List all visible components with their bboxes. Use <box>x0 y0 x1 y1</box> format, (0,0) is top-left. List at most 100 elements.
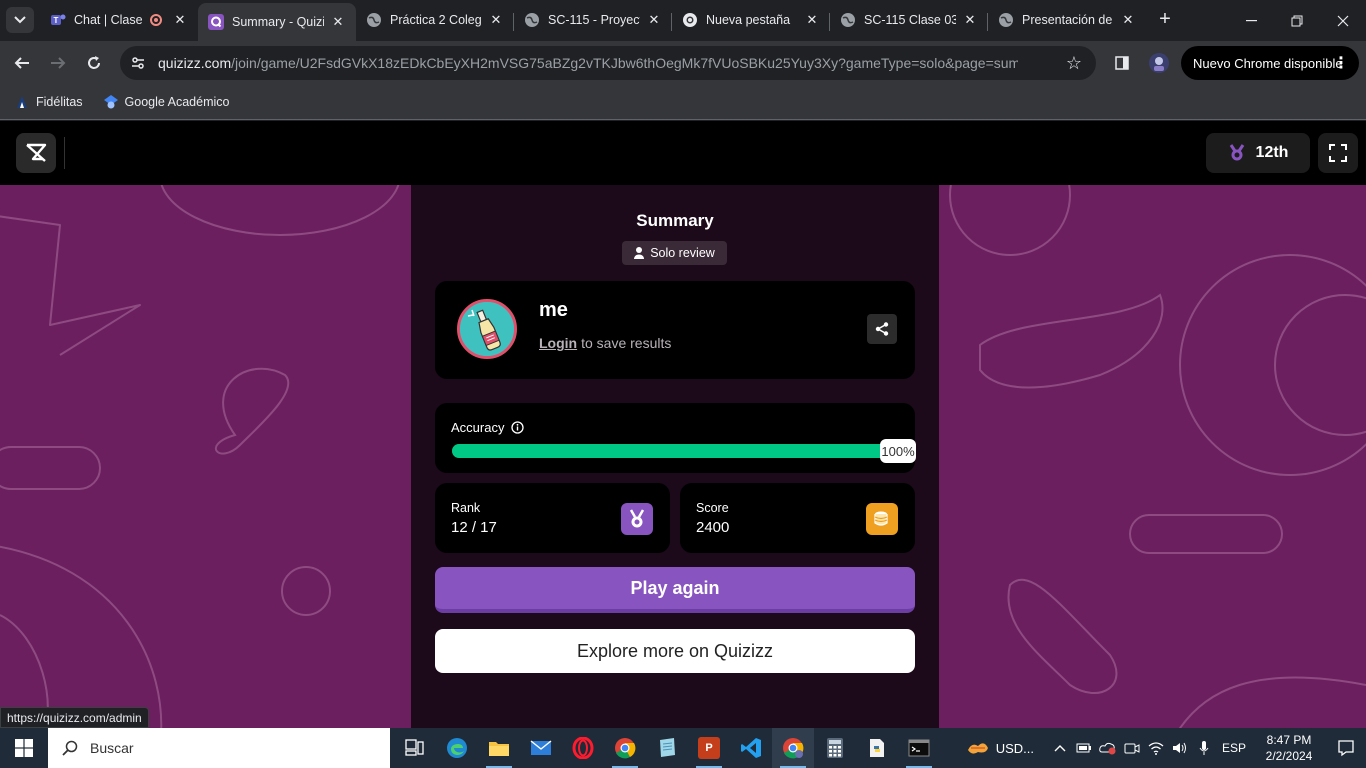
new-tab-button[interactable]: + <box>1150 5 1180 35</box>
close-icon[interactable]: ✕ <box>962 12 978 28</box>
tab-nueva-pestana[interactable]: Nueva pestaña ✕ <box>672 3 830 37</box>
browser-toolbar: quizizz.com/join/game/U2FsdGVkX18zEDkCbE… <box>0 41 1366 85</box>
score-card: Score 2400 <box>680 483 915 553</box>
url-text: quizizz.com/join/game/U2FsdGVkX18zEDkCbE… <box>158 55 1018 71</box>
close-icon[interactable]: ✕ <box>804 12 820 28</box>
accuracy-label-text: Accuracy <box>451 420 505 435</box>
share-icon <box>875 322 889 336</box>
info-icon[interactable] <box>511 421 525 434</box>
restore-button[interactable] <box>1274 0 1320 41</box>
close-icon[interactable]: ✕ <box>1120 12 1136 28</box>
microphone-icon[interactable] <box>1192 740 1216 756</box>
battery-icon[interactable] <box>1072 742 1096 754</box>
menu-dots-icon[interactable]: ⋮ <box>1333 53 1349 73</box>
task-view-icon[interactable] <box>394 728 436 768</box>
mail-icon[interactable] <box>520 728 562 768</box>
taskbar-clock[interactable]: 8:47 PM 2/2/2024 <box>1252 732 1326 764</box>
tab-title: SC-115 - Proyecto <box>548 13 640 27</box>
file-explorer-icon[interactable] <box>478 728 520 768</box>
tab-title: Presentación de <box>1022 13 1113 27</box>
globe-icon <box>524 12 540 28</box>
tab-search-button[interactable] <box>6 7 34 33</box>
language-indicator[interactable]: ESP <box>1216 741 1252 755</box>
bookmark-star-icon[interactable]: ☆ <box>1066 53 1082 74</box>
tabs: T Chat | Clase ✕ Summary - Quizizz ✕ Prá… <box>40 0 1180 41</box>
avatar <box>457 299 517 359</box>
tab-sc115-proyecto[interactable]: SC-115 - Proyecto ✕ <box>514 3 672 37</box>
tab-summary-quizizz[interactable]: Summary - Quizizz ✕ <box>198 3 356 41</box>
start-button[interactable] <box>0 728 48 768</box>
teams-icon: T <box>50 12 66 28</box>
cloud-error-icon[interactable] <box>1096 741 1120 755</box>
globe-icon <box>998 12 1014 28</box>
chrome-icon[interactable] <box>604 728 646 768</box>
fullscreen-button[interactable] <box>1318 133 1358 173</box>
minimize-icon <box>1245 19 1257 21</box>
clock-time: 8:47 PM <box>1266 733 1312 747</box>
tab-title: Summary - Quizizz <box>232 15 324 29</box>
close-icon[interactable]: ✕ <box>172 12 188 28</box>
chrome-profile-icon[interactable] <box>772 728 814 768</box>
tab-sc115-clase[interactable]: SC-115 Clase 03 ✕ <box>830 3 988 37</box>
tab-practica[interactable]: Práctica 2 Colegio ✕ <box>356 3 514 37</box>
close-icon <box>1337 15 1349 26</box>
tab-title: Chat | Clase <box>74 13 143 27</box>
fidelitas-icon <box>14 94 30 110</box>
powerpoint-icon[interactable]: P <box>688 728 730 768</box>
notification-icon <box>1338 740 1354 757</box>
volume-icon[interactable] <box>1168 741 1192 755</box>
terminal-icon[interactable] <box>898 728 940 768</box>
rank-card: Rank 12 / 17 <box>435 483 670 553</box>
reload-button[interactable] <box>80 49 108 77</box>
back-button[interactable] <box>8 49 36 77</box>
weather-text: USD... <box>995 740 1034 756</box>
score-label: Score <box>696 501 729 515</box>
python-icon[interactable] <box>856 728 898 768</box>
notepad-icon[interactable] <box>646 728 688 768</box>
arrow-right-icon <box>51 57 66 69</box>
profile-avatar[interactable] <box>1145 49 1173 77</box>
close-icon[interactable]: ✕ <box>330 14 346 30</box>
clock-date: 2/2/2024 <box>1265 749 1313 763</box>
close-icon[interactable]: ✕ <box>488 12 504 28</box>
chevron-up-icon[interactable] <box>1048 744 1072 752</box>
minimize-button[interactable] <box>1228 0 1274 41</box>
chrome-update-button[interactable]: Nuevo Chrome disponible ⋮ <box>1181 46 1359 80</box>
play-again-button[interactable]: Play again <box>435 567 915 613</box>
tab-presentacion[interactable]: Presentación de ✕ <box>988 3 1146 37</box>
forward-button[interactable] <box>44 49 72 77</box>
edge-icon[interactable] <box>436 728 478 768</box>
login-suffix: to save results <box>581 335 672 351</box>
site-settings-icon[interactable] <box>130 55 146 71</box>
bookmark-google-academico[interactable]: Google Académico <box>103 94 229 110</box>
calculator-icon[interactable] <box>814 728 856 768</box>
accuracy-card: Accuracy 100% <box>435 403 916 473</box>
scholar-icon <box>103 94 119 110</box>
opera-icon[interactable] <box>562 728 604 768</box>
rank-badge-label: 12th <box>1255 144 1289 161</box>
notification-center-button[interactable] <box>1326 739 1366 757</box>
share-button[interactable] <box>867 314 897 344</box>
exit-game-button[interactable] <box>16 133 56 173</box>
bookmark-fidelitas[interactable]: Fidélitas <box>14 94 83 110</box>
globe-icon <box>366 12 382 28</box>
address-bar[interactable]: quizizz.com/join/game/U2FsdGVkX18zEDkCbE… <box>120 46 1096 80</box>
search-placeholder: Buscar <box>90 740 134 756</box>
quizizz-logo-icon <box>26 143 47 162</box>
close-window-button[interactable] <box>1320 0 1366 41</box>
vscode-icon[interactable] <box>730 728 772 768</box>
login-link[interactable]: Login <box>539 335 577 351</box>
tab-strip: T Chat | Clase ✕ Summary - Quizizz ✕ Prá… <box>0 0 1366 41</box>
taskbar-search[interactable]: Buscar <box>48 728 390 768</box>
side-panel-button[interactable] <box>1108 49 1136 77</box>
chrome-icon <box>682 12 698 28</box>
explore-more-button[interactable]: Explore more on Quizizz <box>435 629 915 673</box>
weather-widget[interactable]: USD... <box>966 738 1034 758</box>
restore-icon <box>1291 15 1303 26</box>
wifi-icon[interactable] <box>1144 741 1168 755</box>
close-icon[interactable]: ✕ <box>646 12 662 28</box>
score-value: 2400 <box>696 519 730 536</box>
windows-taskbar: Buscar P USD... ESP 8:47 PM 2/2/2024 <box>0 728 1366 768</box>
meet-now-icon[interactable] <box>1120 741 1144 755</box>
tab-chat-clase[interactable]: T Chat | Clase ✕ <box>40 3 198 37</box>
